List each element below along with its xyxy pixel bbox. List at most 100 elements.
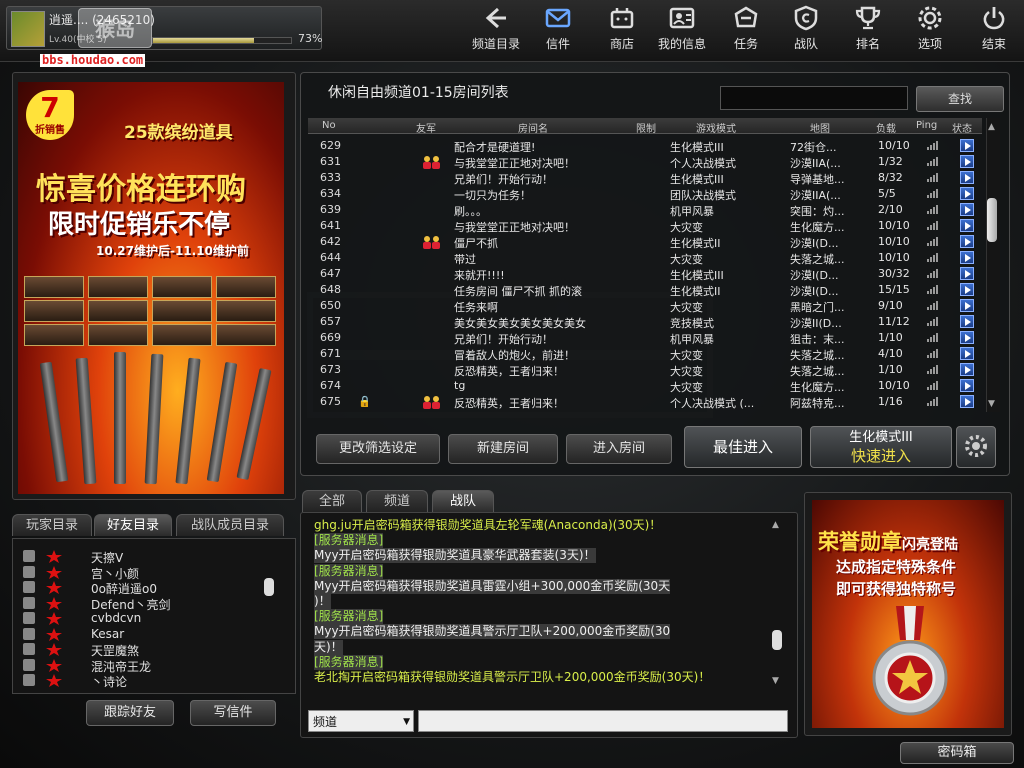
search-button[interactable]: 查找 <box>916 86 1004 112</box>
room-list-scrollbar[interactable] <box>986 118 1000 412</box>
nav-missions[interactable]: 任务 <box>722 4 770 54</box>
room-map: 沙漠IIA(... <box>790 157 841 170</box>
enter-room-button[interactable]: 进入房间 <box>566 434 672 464</box>
col-limit[interactable]: 限制 <box>636 120 656 135</box>
create-room-button[interactable]: 新建房间 <box>448 434 558 464</box>
player-profile[interactable]: 逍遥.... (2465210) Lv.40(中校 5) 73% <box>6 6 322 50</box>
play-status-icon[interactable] <box>960 203 974 216</box>
list-item[interactable]: cvbdcvn <box>23 611 263 627</box>
table-row[interactable]: 671 冒着敌人的炮火，前进！ 大灾变 失落之城... 4/10 <box>308 346 982 362</box>
tab-friends[interactable]: 好友目录 <box>94 514 172 536</box>
table-row[interactable]: 669 兄弟们！开始行动！ 机甲风暴 狙击：末... 1/10 <box>308 330 982 346</box>
write-mail-button[interactable]: 写信件 <box>190 700 276 726</box>
nav-mail[interactable]: 信件 <box>534 4 582 54</box>
table-row[interactable]: 634 一切只为任务！ 团队决战模式 沙漠IIA(... 5/5 <box>308 186 982 202</box>
table-row[interactable]: 650 任务来啊 大灾变 黑暗之门... 9/10 <box>308 298 982 314</box>
nav-clan[interactable]: 战队 <box>784 4 828 54</box>
nav-exit[interactable]: 结束 <box>972 4 1016 54</box>
col-map[interactable]: 地图 <box>810 120 830 135</box>
play-status-icon[interactable] <box>960 155 974 168</box>
list-item[interactable]: 0o醉逍遥o0 <box>23 580 263 596</box>
table-row[interactable]: 629 配合才是硬道理! 生化模式III 72街仓... 10/10 <box>308 138 982 154</box>
play-status-icon[interactable] <box>960 187 974 200</box>
table-row[interactable]: 657 美女美女美女美女美女美女 竞技模式 沙漠II(D... 11/12 <box>308 314 982 330</box>
play-status-icon[interactable] <box>960 299 974 312</box>
discount-label: 折销售 <box>35 125 65 136</box>
room-list-scroll-thumb[interactable] <box>987 198 997 242</box>
room-name: 与我堂堂正正地对决吧！ <box>454 157 575 170</box>
quick-settings-button[interactable] <box>956 426 996 468</box>
chat-scroll-up-icon[interactable]: ▲ <box>772 520 779 530</box>
col-no[interactable]: No <box>322 120 336 131</box>
avatar <box>11 11 45 47</box>
chat-scroll-down-icon[interactable]: ▼ <box>772 676 779 686</box>
play-status-icon[interactable] <box>960 251 974 264</box>
friend-icon <box>420 155 444 169</box>
room-search-input[interactable] <box>720 86 908 110</box>
table-row[interactable]: 648 任务房间 僵尸不抓 抓的滚 生化模式II 沙漠I(D... 15/15 <box>308 282 982 298</box>
col-friend[interactable]: 友军 <box>416 120 436 135</box>
scroll-up-icon[interactable]: ▲ <box>988 122 995 132</box>
table-row[interactable]: 633 兄弟们！开始行动！ 生化模式III 导弹基地... 8/32 <box>308 170 982 186</box>
best-enter-button[interactable]: 最佳进入 <box>684 426 802 468</box>
play-status-icon[interactable] <box>960 267 974 280</box>
list-item[interactable]: 丶诗论 <box>23 673 263 689</box>
friend-list-scroll-thumb[interactable] <box>264 578 274 596</box>
play-status-icon[interactable] <box>960 331 974 344</box>
list-item[interactable]: 混沌帝王龙 <box>23 658 263 674</box>
play-status-icon[interactable] <box>960 395 974 408</box>
table-row[interactable]: 641 与我堂堂正正地对决吧！ 大灾变 生化魔方... 10/10 <box>308 218 982 234</box>
tab-chat-clan[interactable]: 战队 <box>432 490 494 512</box>
medal-promo-banner[interactable]: 荣誉勋章闪亮登陆 达成指定特殊条件 即可获得独特称号 <box>812 500 1004 728</box>
track-friend-button[interactable]: 跟踪好友 <box>86 700 174 726</box>
table-row[interactable]: 631 与我堂堂正正地对决吧！ 个人决战模式 沙漠IIA(... 1/32 <box>308 154 982 170</box>
clan-shield-icon <box>784 4 828 32</box>
nav-shop[interactable]: 商店 <box>598 4 646 54</box>
room-mode: 团队决战模式 <box>670 189 736 202</box>
play-status-icon[interactable] <box>960 219 974 232</box>
promo-banner[interactable]: 7 折销售 25款缤纷道具 惊喜价格连环购 限时促销乐不停 10.27维护后-11… <box>18 82 284 494</box>
play-status-icon[interactable] <box>960 379 974 392</box>
col-load[interactable]: 负载 <box>876 120 896 135</box>
chat-scroll-thumb[interactable] <box>772 630 782 650</box>
play-status-icon[interactable] <box>960 235 974 248</box>
tab-players[interactable]: 玩家目录 <box>12 514 92 536</box>
tab-clan-members[interactable]: 战队成员目录 <box>176 514 284 536</box>
play-status-icon[interactable] <box>960 283 974 296</box>
table-row[interactable]: 673 反恐精英，王者归来！ 大灾变 失落之城... 1/10 <box>308 362 982 378</box>
play-status-icon[interactable] <box>960 363 974 376</box>
list-item[interactable]: 天罡魔煞 <box>23 642 263 658</box>
col-status[interactable]: 状态 <box>952 120 972 135</box>
nav-my-info[interactable]: 我的信息 <box>652 4 712 54</box>
nav-ranking[interactable]: 排名 <box>846 4 890 54</box>
tab-chat-channel[interactable]: 频道 <box>366 490 428 512</box>
nav-options[interactable]: 选项 <box>908 4 952 54</box>
list-item[interactable]: 天擦V <box>23 549 263 565</box>
list-item[interactable]: Defend丶亮剑 <box>23 596 263 612</box>
tab-chat-all[interactable]: 全部 <box>302 490 362 512</box>
col-mode[interactable]: 游戏模式 <box>696 120 736 135</box>
room-number: 650 <box>320 299 341 312</box>
password-box-button[interactable]: 密码箱 <box>900 742 1014 764</box>
play-status-icon[interactable] <box>960 315 974 328</box>
list-item[interactable]: 宫丶小颜 <box>23 565 263 581</box>
filter-settings-button[interactable]: 更改筛选设定 <box>316 434 440 464</box>
quick-enter-button[interactable]: 生化模式III 快速进入 <box>810 426 952 468</box>
chat-input[interactable] <box>418 710 788 732</box>
col-room-name[interactable]: 房间名 <box>518 120 548 135</box>
play-status-icon[interactable] <box>960 347 974 360</box>
table-row[interactable]: 647 来就开!!!! 生化模式III 沙漠I(D... 30/32 <box>308 266 982 282</box>
play-status-icon[interactable] <box>960 171 974 184</box>
friend-name: Kesar <box>91 626 125 641</box>
nav-channel-list[interactable]: 频道目录 <box>466 4 526 54</box>
table-row[interactable]: 639 刷。。。 机甲风暴 突围：灼... 2/10 <box>308 202 982 218</box>
chat-channel-select[interactable]: 频道 ▼ <box>308 710 414 732</box>
table-row[interactable]: 642 僵尸不抓 生化模式II 沙漠I(D... 10/10 <box>308 234 982 250</box>
scroll-down-icon[interactable]: ▼ <box>988 399 995 409</box>
table-row[interactable]: 644 带过 大灾变 失落之城... 10/10 <box>308 250 982 266</box>
list-item[interactable]: Kesar <box>23 627 263 643</box>
play-status-icon[interactable] <box>960 139 974 152</box>
table-row[interactable]: 674 tg 大灾变 生化魔方... 10/10 <box>308 378 982 394</box>
table-row[interactable]: 675 🔒 反恐精英，王者归来！ 个人决战模式 (... 阿兹特克... 1/16 <box>308 394 982 410</box>
col-ping[interactable]: Ping <box>916 120 937 131</box>
